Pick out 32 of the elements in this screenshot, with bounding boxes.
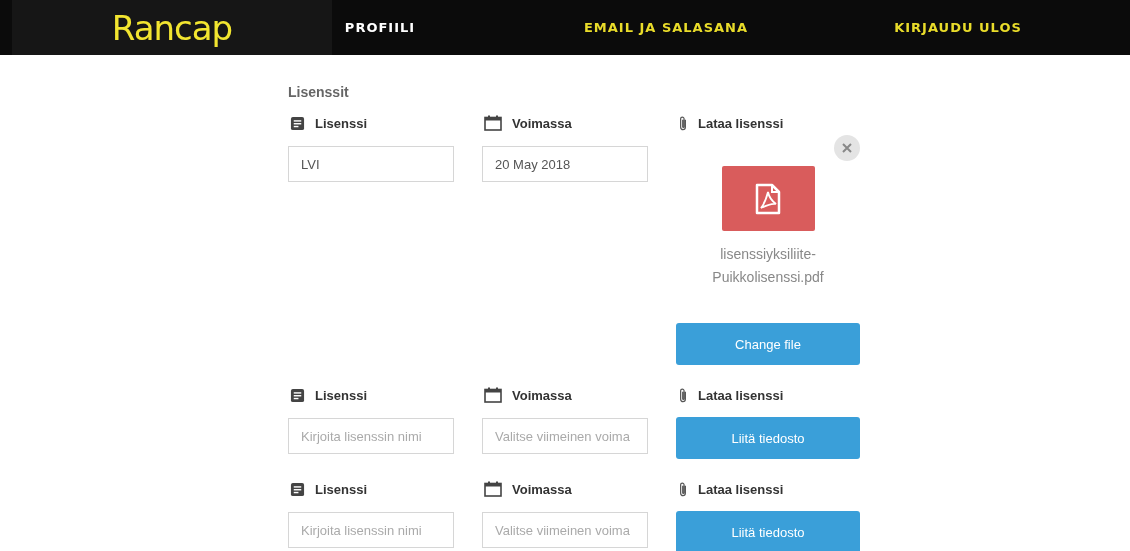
nav-link[interactable]: KIRJAUDU ULOS [894, 19, 1022, 36]
document-icon [290, 481, 305, 497]
field-label: Lisenssi [315, 387, 368, 403]
date-field[interactable]: Valitse viimeinen voima [482, 418, 648, 454]
date-field[interactable]: 20 May 2018 [482, 146, 648, 182]
file-name: lisenssiyksiliite-Puikkolisenssi.pdf [711, 245, 825, 287]
field-label: Lataa lisenssi [698, 115, 784, 131]
document-icon [290, 387, 305, 403]
field-label: Voimassa [512, 481, 572, 497]
document-icon [290, 115, 305, 131]
input-field[interactable]: LVI [288, 146, 454, 182]
calendar-icon [484, 481, 502, 497]
nav-link[interactable]: PROFIILI [344, 19, 416, 36]
close-icon [842, 143, 852, 153]
field-label: Voimassa [512, 387, 572, 403]
paperclip-icon [678, 114, 688, 132]
input-field[interactable]: Kirjoita lisenssin nimi [288, 418, 454, 454]
section-title: Lisenssit [288, 84, 350, 100]
calendar-icon [484, 387, 502, 403]
paperclip-icon [678, 386, 688, 404]
nav-link[interactable]: EMAIL JA SALASANA [583, 19, 749, 36]
field-label: Lataa lisenssi [698, 387, 784, 403]
field-label: Voimassa [512, 115, 572, 131]
field-label: Lisenssi [315, 115, 368, 131]
paperclip-icon [678, 480, 688, 498]
field-label: Lataa lisenssi [698, 481, 784, 497]
close-button[interactable] [834, 135, 860, 161]
calendar-icon [484, 115, 502, 131]
pdf-file-icon[interactable] [721, 166, 815, 231]
date-field[interactable]: Valitse viimeinen voima [482, 512, 648, 548]
input-field[interactable]: Kirjoita lisenssin nimi [288, 512, 454, 548]
field-label: Lisenssi [315, 481, 368, 497]
